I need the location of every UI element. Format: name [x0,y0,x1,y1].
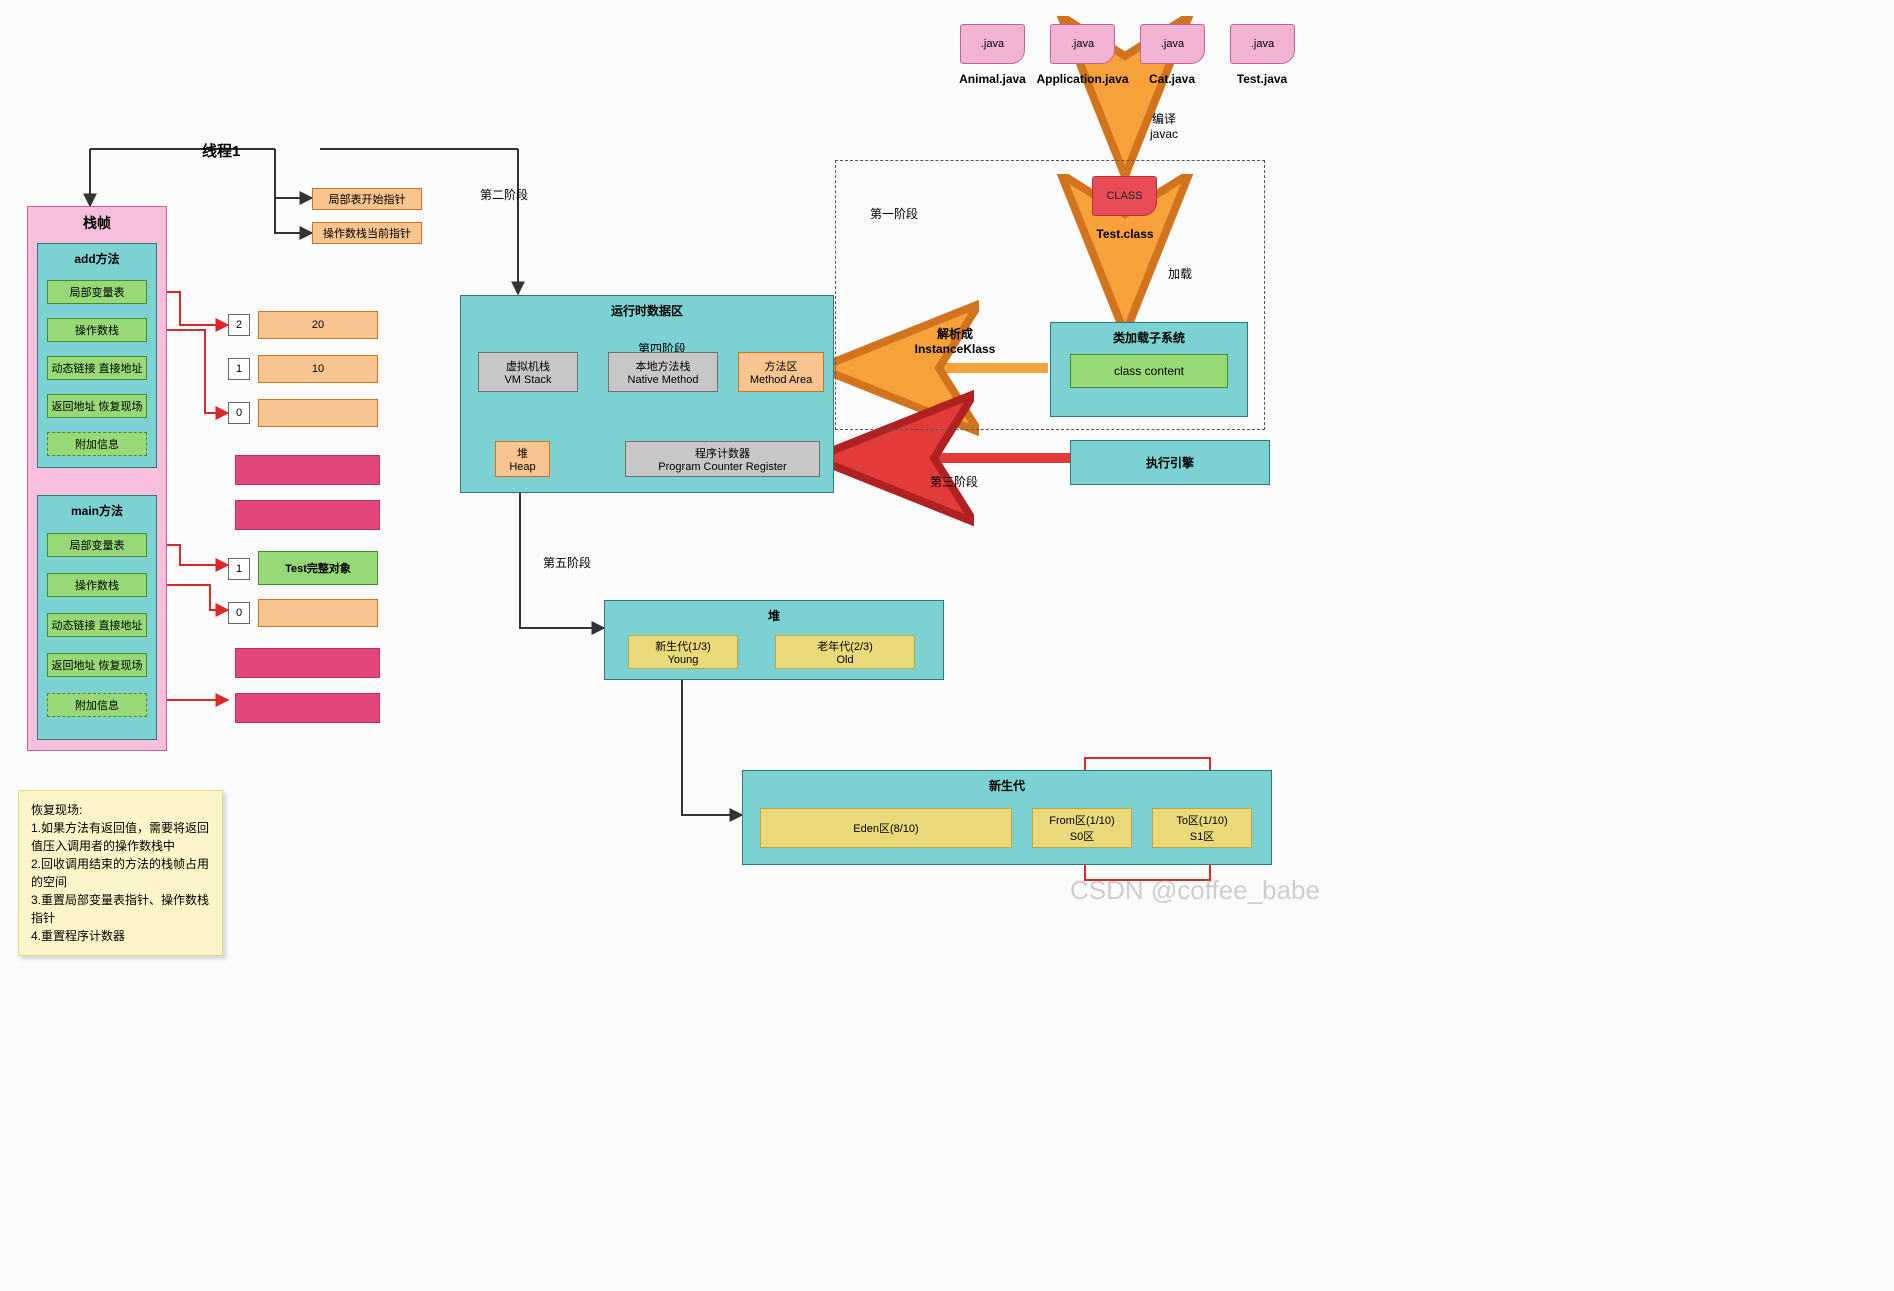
method-area: 方法区Method Area [738,352,824,392]
compile-label: 编译 javac [1150,110,1178,141]
class-tag: CLASS [1092,176,1157,216]
thread-label: 线程1 [202,140,240,161]
mag-4 [235,693,380,723]
mag-1 [235,455,380,485]
java-file-1: .java [1050,24,1115,64]
mag-3 [235,648,380,678]
eden: Eden区(8/10) [760,808,1012,848]
main-row-0: 局部变量表 [47,533,147,557]
stage3-label: 第三阶段 [930,473,978,490]
heap-old: 老年代(2/3)Old [775,635,915,669]
java-file-2: .java [1140,24,1205,64]
watermark: CSDN @coffee_babe [1070,875,1320,906]
main-row-3: 返回地址 恢复现场 [47,653,147,677]
main-idx-0: 0 [228,602,250,624]
class-content: class content [1070,354,1228,388]
stage1-label: 第一阶段 [870,205,918,222]
from-s0: From区(1/10)S0区 [1032,808,1132,848]
main-row-4: 附加信息 [47,693,147,717]
add-row-3: 返回地址 恢复现场 [47,394,147,418]
add-row-2: 动态链接 直接地址 [47,356,147,380]
stage5-label: 第五阶段 [543,554,591,571]
main-row-2: 动态链接 直接地址 [47,613,147,637]
add-val-1: 10 [258,355,378,383]
heap-box: 堆Heap [495,441,550,477]
main-val-0 [258,599,378,627]
java-name-3: Test.java [1222,72,1302,86]
vm-stack: 虚拟机栈VM Stack [478,352,578,392]
main-idx-1: 1 [228,558,250,580]
main-val-1: Test完整对象 [258,551,378,585]
parse-label: 解析成 InstanceKlass [895,325,1015,356]
add-row-1: 操作数栈 [47,318,147,342]
class-file: Test.class [1090,227,1160,241]
java-name-1: Application.java [1035,72,1130,86]
exec-engine: 执行引擎 [1070,440,1270,485]
add-idx-1: 1 [228,358,250,380]
stage2-label: 第二阶段 [480,186,528,203]
load-label: 加载 [1168,265,1192,282]
add-val-2: 20 [258,311,378,339]
pcr-box: 程序计数器Program Counter Register [625,441,820,477]
mag-2 [235,500,380,530]
to-s1: To区(1/10)S1区 [1152,808,1252,848]
add-idx-2: 2 [228,314,250,336]
add-val-0 [258,399,378,427]
add-row-0: 局部变量表 [47,280,147,304]
add-row-4: 附加信息 [47,432,147,456]
java-name-2: Cat.java [1132,72,1212,86]
ptr2: 操作数栈当前指针 [312,222,422,244]
ptr1: 局部表开始指针 [312,188,422,210]
java-file-0: .java [960,24,1025,64]
add-idx-0: 0 [228,402,250,424]
heap-young: 新生代(1/3)Young [628,635,738,669]
java-file-3: .java [1230,24,1295,64]
main-row-1: 操作数栈 [47,573,147,597]
native-method: 本地方法栈Native Method [608,352,718,392]
note: 恢复现场: 1.如果方法有返回值，需要将返回值压入调用者的操作数栈中 2.回收调… [18,790,223,956]
java-name-0: Animal.java [950,72,1035,86]
